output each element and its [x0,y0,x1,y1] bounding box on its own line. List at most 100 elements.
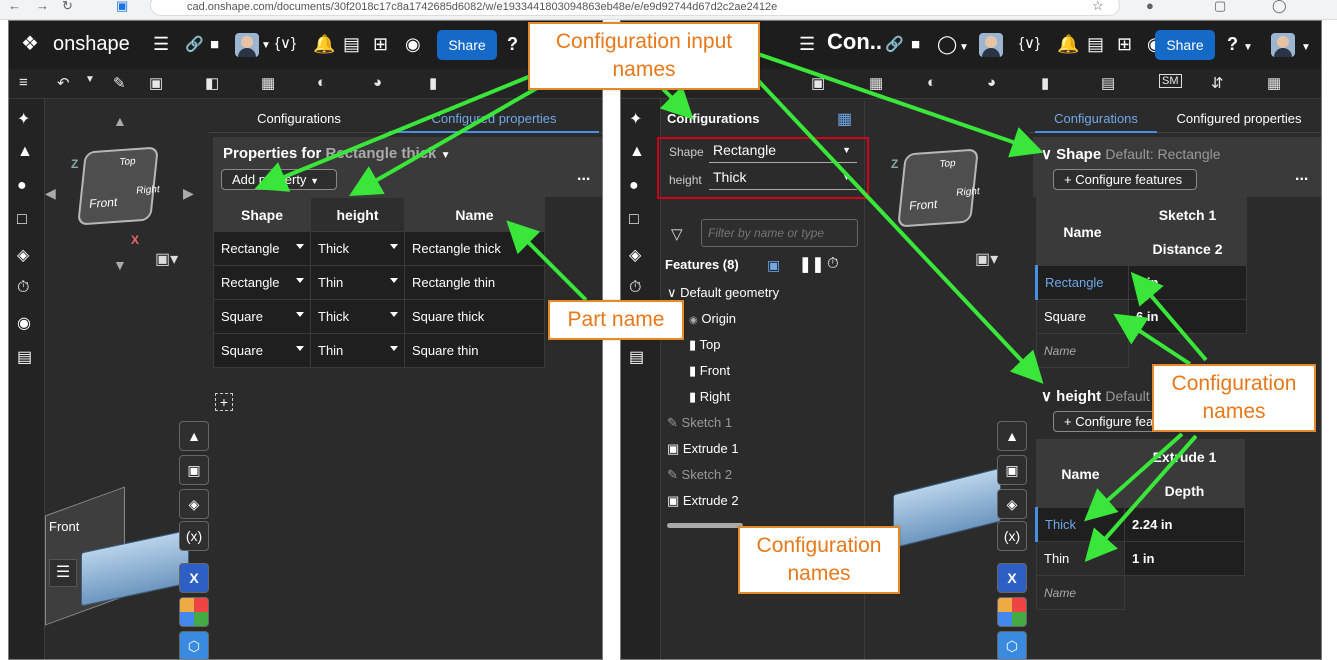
notes-icon[interactable]: □ [629,211,639,229]
checklist-icon[interactable]: ▤ [343,35,360,53]
scrollbar[interactable] [667,523,743,528]
chevron-down-icon[interactable]: ▼ [261,37,271,55]
transform-icon[interactable]: ⇵ [1211,74,1224,92]
share-button[interactable]: Share [437,30,497,60]
tree-item-default-geometry[interactable]: ∨ Default geometry [667,285,779,301]
chevron-down-icon[interactable]: ▼ [1243,39,1253,57]
mate-view-icon[interactable]: ◈ [179,489,209,519]
help-button[interactable]: ? [1227,35,1238,53]
height-section-title[interactable]: ∨ height Default [1041,387,1150,405]
config-name-cell[interactable]: Thin [1036,541,1125,576]
variable-x-icon[interactable]: (x) [997,521,1027,551]
pause-icon[interactable]: ❚❚ [799,255,824,273]
view-mode-icon[interactable]: ▣▾ [155,249,178,269]
back-icon[interactable]: ← [8,0,21,13]
height-select[interactable]: Thin [310,265,405,300]
comment-icon[interactable]: ● [17,177,27,195]
config-name-cell[interactable]: Rectangle [1035,265,1129,300]
height-select[interactable]: Thick [310,231,405,266]
menu-icon[interactable]: ☰ [799,35,815,53]
filter-icon[interactable]: ▽ [671,225,683,243]
boolean-icon[interactable]: ◐ [317,74,326,91]
variables-icon[interactable]: {∨} [1019,35,1040,53]
config-name-cell[interactable]: Square [1036,299,1129,334]
origin-add-icon[interactable]: ✦ [17,109,30,129]
folder-icon[interactable]: ■ [210,36,219,54]
height-select[interactable]: Thin [310,333,405,368]
learning-icon[interactable]: ◉ [405,35,421,53]
more-tools-icon[interactable]: ▦ [1267,74,1281,92]
tab-configured-properties[interactable]: Configured properties [1165,105,1313,133]
app-x-icon[interactable]: X [997,563,1027,593]
config-value-cell[interactable]: 2.24 in [1124,507,1245,542]
globe-icon[interactable]: ◯ [937,35,957,53]
add-property-dropdown[interactable]: Add property ▼ [221,169,337,190]
extrude-icon[interactable]: ▣ [149,74,163,92]
notification-bell-icon[interactable]: 🔔 [313,35,335,53]
undo-icon[interactable]: ↶ [57,74,70,92]
tree-item-origin[interactable]: ◉ Origin [689,311,736,326]
fillet-icon[interactable]: ◕ [373,74,382,91]
folder-icon[interactable]: ■ [911,36,920,54]
notes-icon[interactable]: □ [17,211,27,229]
rotate-right-icon[interactable]: ▶ [183,185,194,202]
variables-icon[interactable]: {∨} [275,35,296,53]
tree-item-extrude-2[interactable]: ▣ Extrude 2 [667,493,739,509]
config-name-cell[interactable]: Thick [1035,507,1125,542]
more-options-icon[interactable]: ... [577,167,590,185]
chevron-down-icon[interactable]: ▼ [959,39,969,57]
render-mode-icon[interactable]: ▲ [179,421,209,451]
part-name-cell[interactable]: Rectangle thin [404,265,545,300]
tree-item-extrude-1[interactable]: ▣ Extrude 1 [667,441,739,457]
search-app-icon[interactable]: ◉ [17,313,31,333]
height-input-select[interactable]: Thick ▼ [709,168,857,190]
shape-select[interactable]: Rectangle [213,265,311,300]
notification-bell-icon[interactable]: 🔔 [1057,35,1079,53]
origin-add-icon[interactable]: ✦ [629,109,642,129]
part-3d-model[interactable] [893,467,1001,549]
profile-icon[interactable]: ◯ [1272,0,1287,14]
forward-icon[interactable]: → [36,0,49,13]
user-avatar[interactable] [979,33,1003,57]
app-color-icon[interactable] [997,597,1027,627]
link-icon[interactable]: 🔗 [885,36,904,54]
chevron-down-icon[interactable]: ▼ [1301,39,1311,57]
variable-x-icon[interactable]: (x) [179,521,209,551]
properties-icon[interactable]: ▤ [629,347,644,367]
rotate-down-icon[interactable]: ▼ [113,257,127,273]
tab-configured-properties[interactable]: Configured properties [389,105,599,133]
tree-item-sketch-1[interactable]: ✎ Sketch 1 [667,415,732,431]
rollback-icon[interactable]: ▣ [767,257,780,274]
sketch-icon[interactable]: ✎ [113,74,126,92]
revolve-icon[interactable]: ◧ [205,74,219,92]
properties-title[interactable]: Properties for Rectangle thick ▼ [223,145,450,162]
comment-icon[interactable]: ● [629,177,639,195]
tab-configurations[interactable]: Configurations [1035,105,1157,133]
user-avatar-2[interactable] [1271,33,1295,57]
section-view-icon[interactable]: ▣ [179,455,209,485]
reload-icon[interactable]: ↻ [62,0,73,14]
variables-panel-icon[interactable]: ◈ [629,245,641,265]
apps-icon[interactable]: ⊞ [1117,35,1132,53]
address-bar[interactable]: cad.onshape.com/documents/30f2018c17c8a1… [150,0,1120,16]
properties-icon[interactable]: ▤ [17,347,32,367]
app-hex-icon[interactable]: ⬡ [179,631,209,659]
checklist-icon[interactable]: ▤ [1087,35,1104,53]
tree-item-top[interactable]: ▮ Top [689,337,721,353]
plane-icon[interactable]: ▮ [429,74,437,92]
rotate-up-icon[interactable]: ▲ [113,113,127,129]
shape-input-select[interactable]: Rectangle ▼ [709,141,857,163]
more-options-icon[interactable]: ... [1295,167,1308,185]
part-name-cell[interactable]: Rectangle thick [404,231,545,266]
configuration-table-icon[interactable]: ▦ [837,109,852,129]
section-view-icon[interactable]: ▣ [997,455,1027,485]
fillet-icon[interactable]: ◕ [987,74,996,91]
feature-list-icon[interactable]: ≡ [19,74,28,91]
plane-icon[interactable]: ▮ [1041,74,1049,92]
document-title[interactable]: Con.. [827,31,882,53]
apps-icon[interactable]: ⊞ [373,35,388,53]
new-name-cell[interactable]: Name [1036,333,1129,368]
rotate-left-icon[interactable]: ◀ [45,185,56,202]
height-select[interactable]: Thick [310,299,405,334]
app-x-icon[interactable]: X [179,563,209,593]
